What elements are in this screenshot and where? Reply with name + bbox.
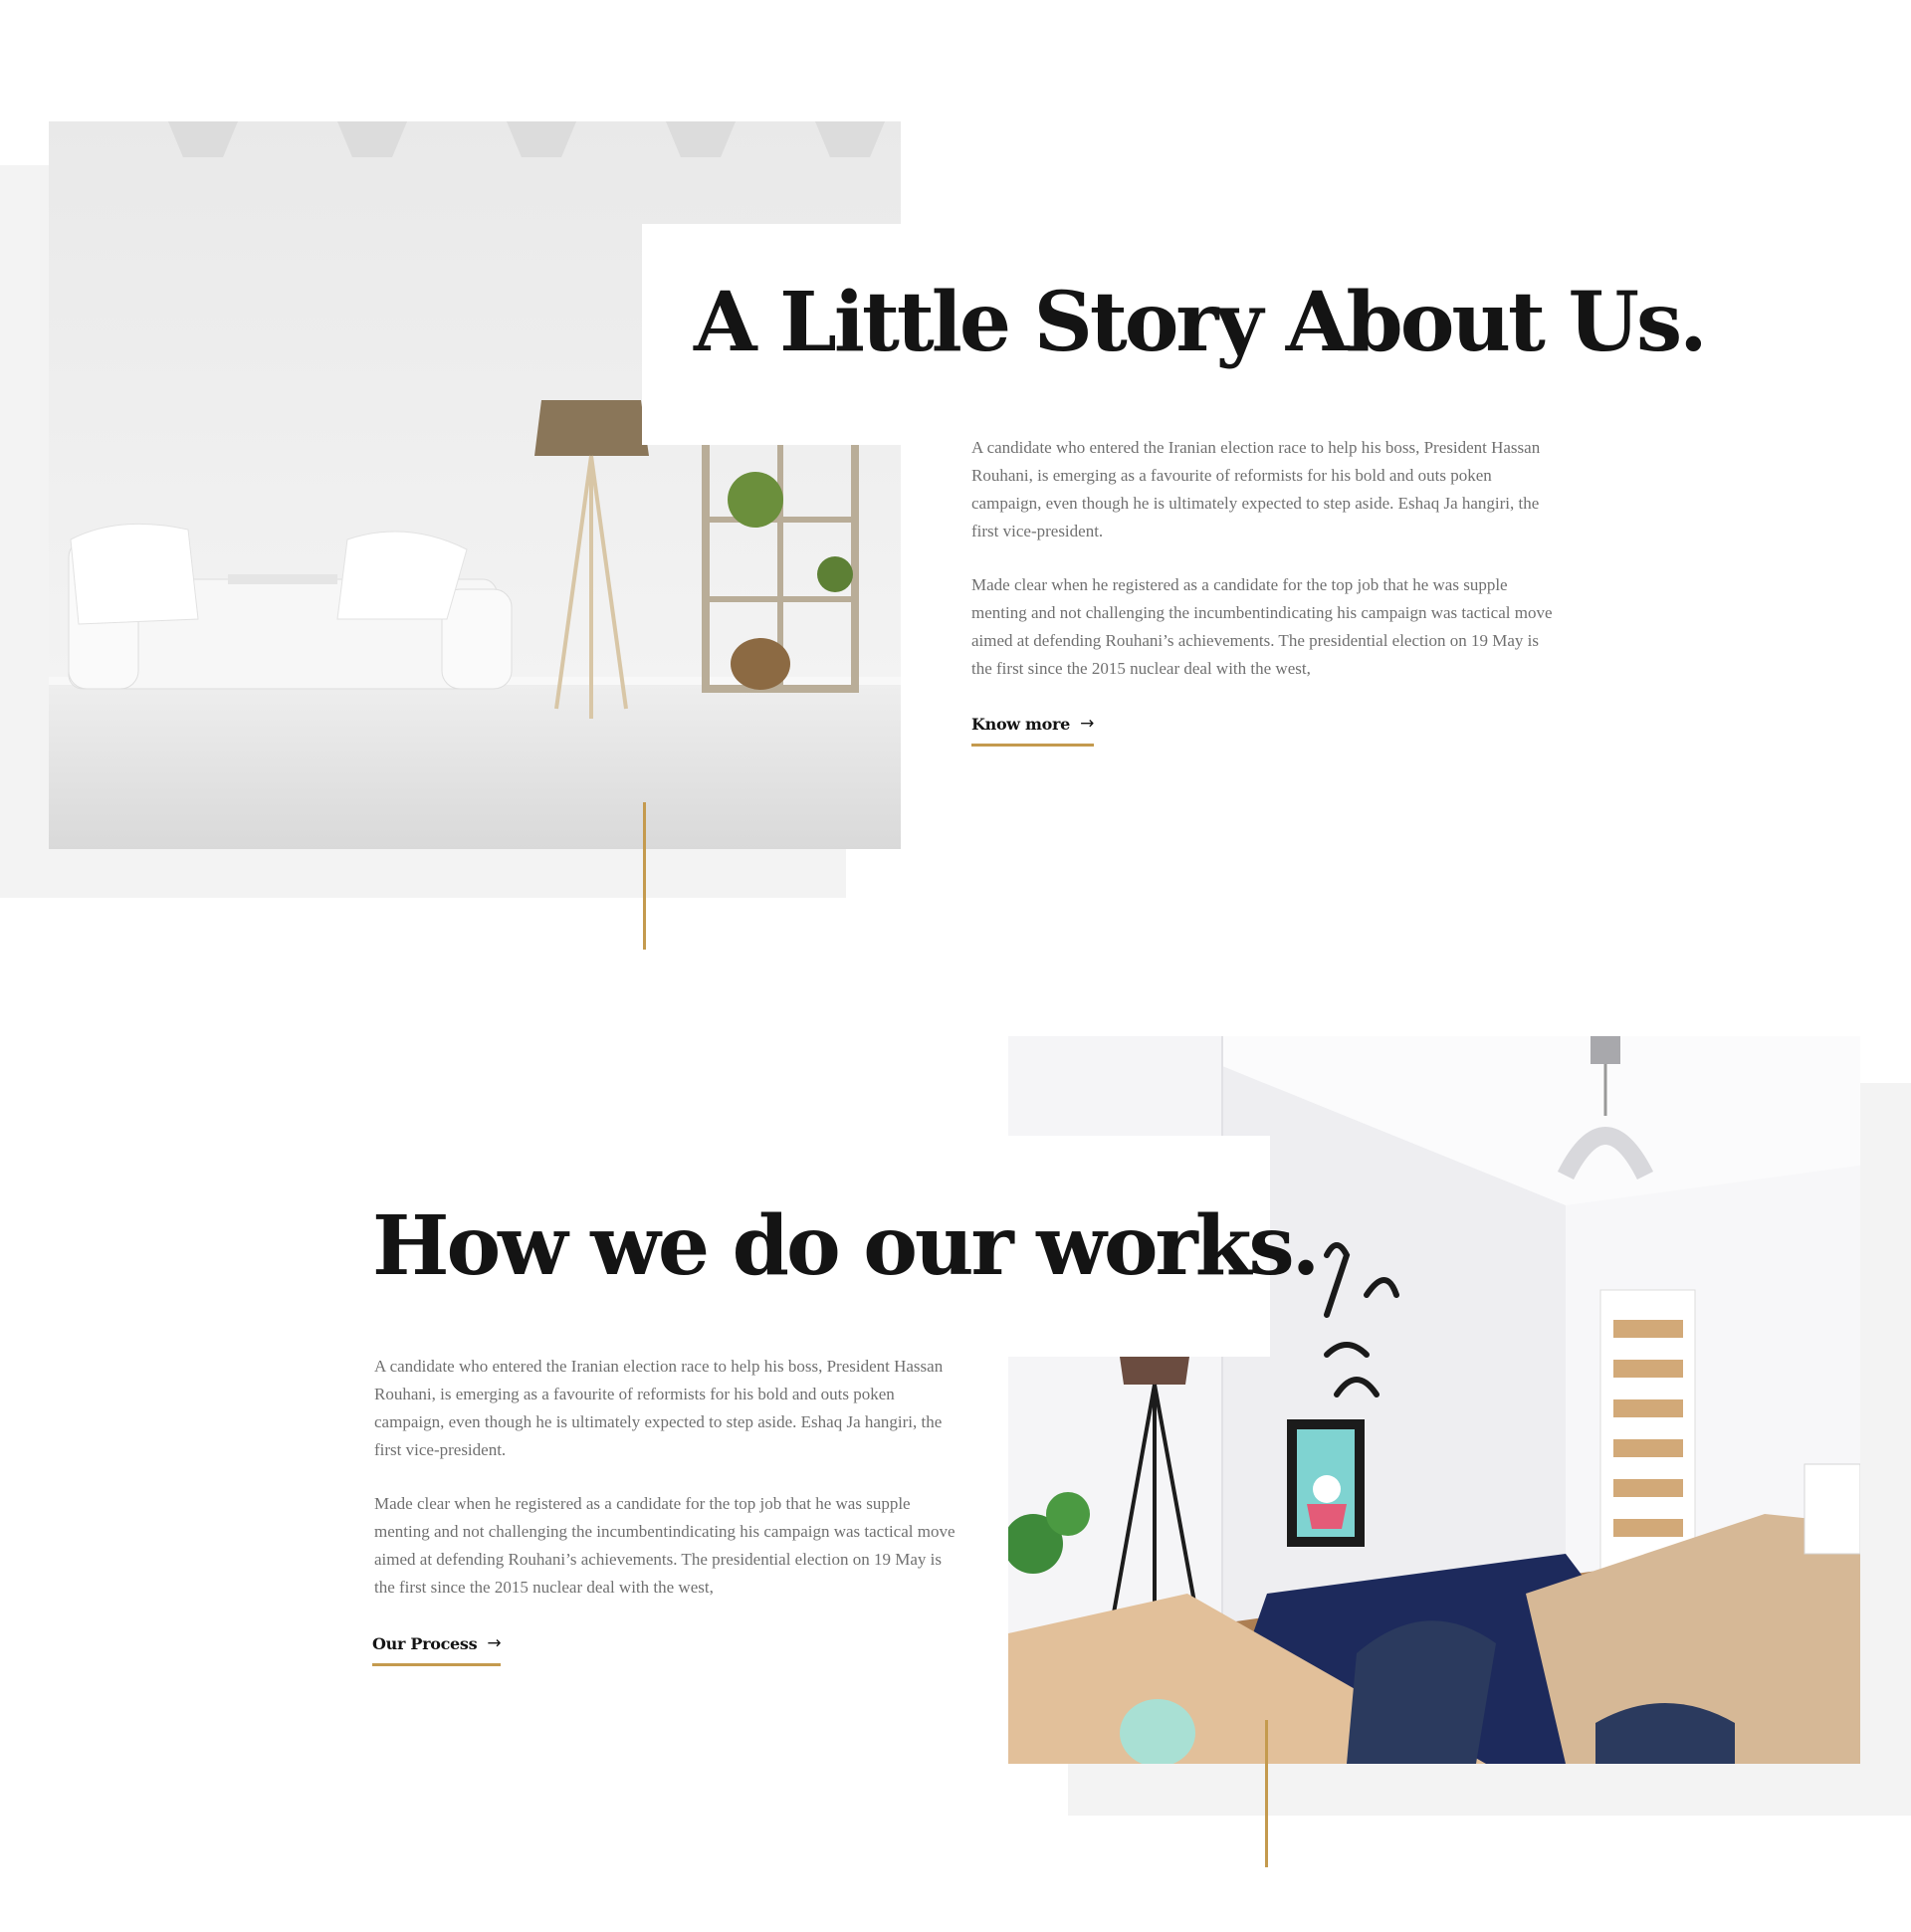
section-body: A candidate who entered the Iranian elec…	[374, 1353, 961, 1627]
section-title: A Little Story About Us.	[694, 275, 1708, 370]
our-process-link[interactable]: Our Process →	[372, 1633, 502, 1666]
paragraph: Made clear when he registered as a candi…	[374, 1494, 956, 1597]
link-label: Know more	[971, 714, 1071, 734]
paragraph: A candidate who entered the Iranian elec…	[971, 438, 1541, 540]
section-body: A candidate who entered the Iranian elec…	[971, 434, 1559, 709]
arrow-right-icon: →	[487, 1633, 502, 1653]
link-label: Our Process	[372, 1633, 478, 1653]
divider-line	[643, 802, 646, 950]
know-more-link[interactable]: Know more →	[971, 714, 1094, 747]
paragraph: A candidate who entered the Iranian elec…	[374, 1357, 944, 1459]
section-title: How we do our works.	[372, 1198, 1320, 1294]
paragraph: Made clear when he registered as a candi…	[971, 575, 1553, 678]
title-card: A Little Story About Us.	[642, 224, 1708, 445]
title-card: How we do our works.	[336, 1136, 1320, 1357]
divider-line	[1265, 1720, 1268, 1867]
arrow-right-icon: →	[1080, 714, 1095, 734]
